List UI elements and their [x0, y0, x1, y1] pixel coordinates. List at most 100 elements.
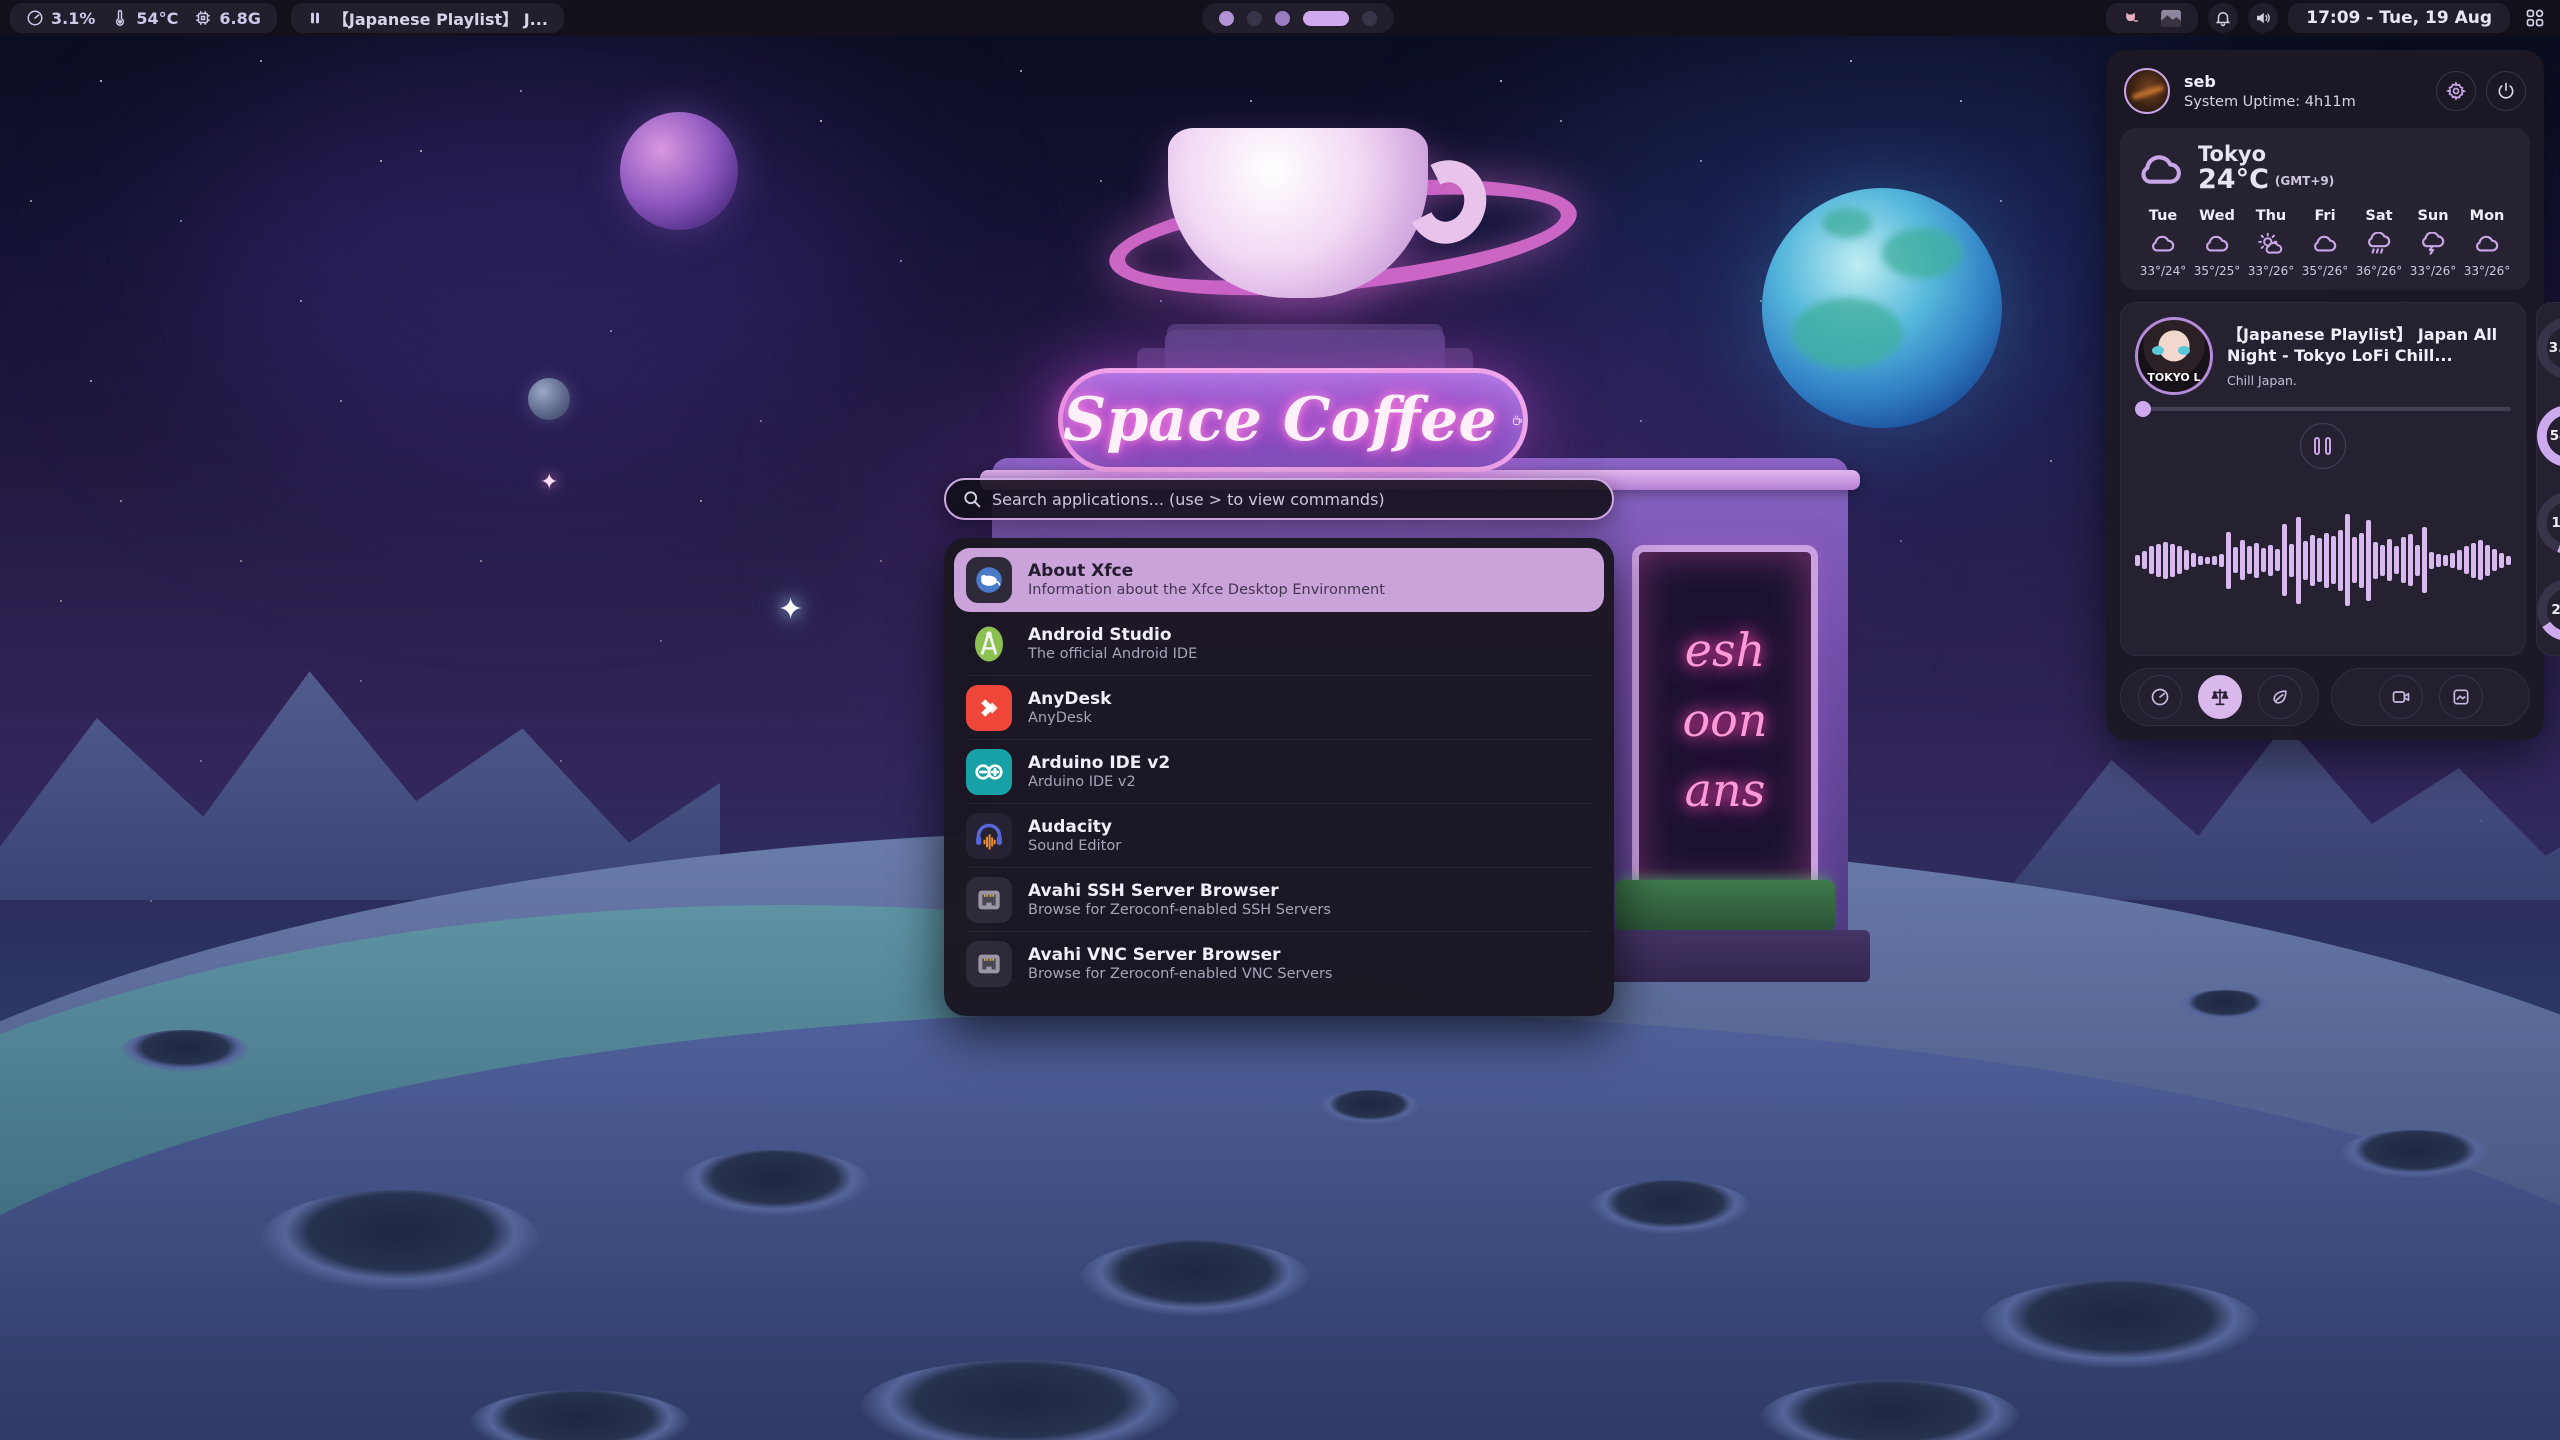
arduino-icon [966, 749, 1012, 795]
performance-button[interactable] [2138, 675, 2182, 719]
uptime-label: System Uptime: 4h11m [2184, 94, 2356, 110]
bright-star: ✦ [778, 592, 803, 627]
app-title: About Xfce [1028, 563, 1385, 580]
system-gauges-widget: 3.1% 54°C 14% 24% [2536, 302, 2560, 656]
now-playing-label: 【Japanese Playlist】 J... [333, 6, 548, 30]
memory-stat: 6.8G [194, 9, 260, 28]
crater [1320, 1090, 1420, 1124]
workspace-dot-2[interactable] [1247, 11, 1262, 26]
dashboard-button[interactable] [2520, 3, 2550, 33]
crater [1080, 1240, 1310, 1316]
audacity-icon [966, 813, 1012, 859]
pause-icon [307, 10, 323, 26]
launcher-search[interactable] [944, 478, 1614, 520]
cafe-window: esh oon ans [1632, 545, 1818, 895]
window-neon-text: oon [1682, 693, 1767, 747]
wallpaper-icon[interactable] [2160, 9, 2182, 27]
neon-sign: Space Coffee [1058, 368, 1528, 472]
capture-actions-pill [2331, 668, 2530, 726]
app-row-audacity[interactable]: Audacity Sound Editor [954, 804, 1604, 868]
bright-star: ✦ [540, 470, 558, 495]
powersave-mode-button[interactable] [2258, 675, 2302, 719]
crater [680, 1150, 870, 1216]
chip-icon [194, 9, 212, 27]
mountains [0, 640, 720, 900]
search-icon [962, 489, 982, 509]
workspace-dot-1[interactable] [1219, 11, 1234, 26]
app-desc: AnyDesk [1028, 711, 1111, 726]
workspace-indicator [1202, 3, 1394, 33]
scales-icon [2209, 686, 2231, 708]
cat-icon[interactable] [2122, 8, 2142, 28]
small-moon [528, 378, 570, 420]
now-playing-pill[interactable]: 【Japanese Playlist】 J... [291, 3, 564, 33]
app-desc: Information about the Xfce Desktop Envir… [1028, 583, 1385, 598]
system-stats-pill: 3.1% 54°C 6.8G [10, 3, 277, 33]
gear-icon [2446, 81, 2466, 101]
user-card: seb System Uptime: 4h11m [2120, 64, 2530, 116]
neon-sign-text: Space Coffee [1063, 385, 1497, 455]
clock-pill[interactable]: 17:09 - Tue, 19 Aug [2288, 3, 2510, 33]
notifications-button[interactable] [2208, 3, 2238, 33]
app-title: AnyDesk [1028, 691, 1111, 708]
audio-visualizer [2135, 479, 2511, 641]
weather-widget: Tokyo 24°C(GMT+9) Tue 33°/24° Wed 35°/25… [2120, 128, 2530, 290]
app-row-avahi-vnc[interactable]: Avahi VNC Server Browser Browse for Zero… [954, 932, 1604, 996]
volume-button[interactable] [2248, 3, 2278, 33]
settings-button[interactable] [2436, 71, 2476, 111]
app-title: Avahi SSH Server Browser [1028, 883, 1331, 900]
window-neon-text: esh [1685, 623, 1765, 677]
progress-handle[interactable] [2135, 401, 2151, 417]
weather-city: Tokyo [2198, 142, 2334, 166]
cloud-icon [2148, 232, 2178, 256]
forecast-day: Mon 33°/26° [2460, 208, 2514, 278]
memory-gauge: 14% [2537, 492, 2560, 554]
pause-button[interactable] [2300, 423, 2346, 469]
power-button[interactable] [2486, 71, 2526, 111]
cafe-steps [1590, 930, 1870, 982]
app-desc: Sound Editor [1028, 839, 1121, 854]
xfce-icon [966, 557, 1012, 603]
app-row-android-studio[interactable]: Android Studio The official Android IDE [954, 612, 1604, 676]
pause-icon [2314, 437, 2331, 455]
app-title: Audacity [1028, 819, 1121, 836]
workspace-dot-3[interactable] [1275, 11, 1290, 26]
screenshot-button[interactable] [2439, 675, 2483, 719]
app-row-anydesk[interactable]: AnyDesk AnyDesk [954, 676, 1604, 740]
forecast-day: Fri 35°/26° [2298, 208, 2352, 278]
album-art-text: TOKYO L [2138, 371, 2210, 384]
launcher-results: About Xfce Information about the Xfce De… [944, 538, 1614, 1016]
cloud-icon [2202, 232, 2232, 256]
app-title: Arduino IDE v2 [1028, 755, 1170, 772]
track-subtitle: Chill Japan. [2227, 373, 2511, 388]
screen-record-button[interactable] [2379, 675, 2423, 719]
cpu-gauge: 3.1% [2537, 317, 2560, 379]
weather-temp: 24°C [2198, 164, 2269, 195]
coffee-cup-icon [1511, 394, 1523, 446]
app-row-avahi-ssh[interactable]: Avahi SSH Server Browser Browse for Zero… [954, 868, 1604, 932]
forecast-day: Sun 33°/26° [2406, 208, 2460, 278]
avatar [2124, 68, 2170, 114]
power-icon [2496, 81, 2516, 101]
workspace-dot-4-active[interactable] [1303, 11, 1349, 26]
sun-cloud-icon [2256, 232, 2286, 256]
app-row-arduino[interactable]: Arduino IDE v2 Arduino IDE v2 [954, 740, 1604, 804]
image-icon [2451, 687, 2471, 707]
app-title: Android Studio [1028, 627, 1197, 644]
top-bar: 3.1% 54°C 6.8G 【Japanese Playlist】 J... [0, 0, 2560, 36]
workspace-dot-5[interactable] [1362, 11, 1377, 26]
grid-icon [2525, 8, 2545, 28]
bell-icon [2214, 9, 2232, 27]
app-title: Avahi VNC Server Browser [1028, 947, 1332, 964]
balanced-mode-button[interactable] [2198, 675, 2242, 719]
clock-label: 17:09 - Tue, 19 Aug [2306, 8, 2492, 28]
leaf-icon [2270, 687, 2290, 707]
app-desc: Arduino IDE v2 [1028, 775, 1170, 790]
app-row-about-xfce[interactable]: About Xfce Information about the Xfce De… [954, 548, 1604, 612]
android-studio-icon [966, 621, 1012, 667]
rain-icon [2364, 232, 2394, 256]
weather-timezone: (GMT+9) [2275, 174, 2334, 188]
progress-bar[interactable] [2135, 407, 2511, 411]
search-input[interactable] [992, 490, 1596, 509]
forecast-day: Thu 33°/26° [2244, 208, 2298, 278]
